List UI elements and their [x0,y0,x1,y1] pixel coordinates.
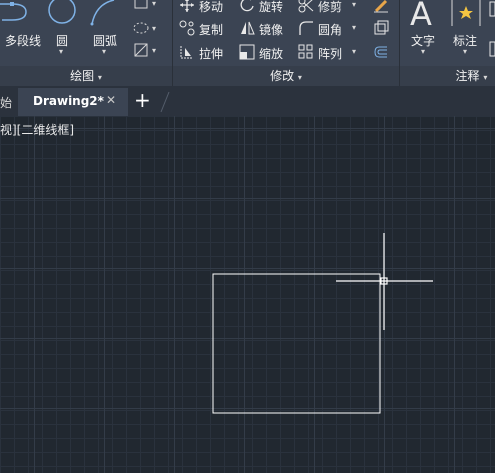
move-button[interactable]: 移动 [179,0,239,14]
arc-icon [90,0,115,26]
modify-panel-title[interactable]: 修改 ▾ [173,66,399,86]
dimension-dropdown-icon[interactable]: ▾ [463,47,467,56]
rotate-button[interactable]: 旋转 [239,0,295,14]
text-icon: A [410,0,432,28]
region-icon: ▾ [134,43,156,57]
rectangle-icon: ▾ [134,0,156,9]
scale-icon [239,44,255,60]
svg-text:▾: ▾ [152,24,156,33]
offset-button[interactable] [372,44,392,60]
copy-icon [179,20,195,36]
rotate-icon [240,0,254,12]
rectangle-tool[interactable]: ▾ [132,0,162,14]
polyline-button[interactable]: 多段线 [0,0,46,50]
fillet-button[interactable]: 圆角 ▾ [298,20,362,37]
arc-button[interactable]: 圆弧 ▾ [88,0,122,60]
hatch-icon: ▾ [133,22,156,34]
stretch-button[interactable]: 拉伸 [179,44,239,61]
circle-dropdown-icon[interactable]: ▾ [59,47,63,56]
ribbon: 多段线 圆 ▾ 圆弧 ▾ ▾ ▾ ▾ 绘图 ▾ 移动 旋转 修剪 ▾ 复制 镜像… [0,0,495,86]
eraser-icon [374,0,388,13]
new-tab-button[interactable]: + [134,88,151,112]
mirror-icon [241,21,255,35]
mirror-button[interactable]: 镜像 [239,20,295,37]
polyline-icon [0,2,27,21]
svg-text:▾: ▾ [152,46,156,55]
svg-text:▾: ▾ [152,0,156,8]
viewport-controls[interactable]: 视][二维线框] [0,121,74,138]
region-tool[interactable]: ▾ [132,42,162,58]
array-dropdown-icon[interactable]: ▾ [352,47,356,56]
trim-dropdown-icon[interactable]: ▾ [352,0,356,9]
fillet-dropdown-icon[interactable]: ▾ [352,23,356,32]
dimension-button[interactable]: 标注 ▾ [448,0,484,62]
text-button[interactable]: A 文字 ▾ [406,0,442,62]
dimension-icon [451,0,481,26]
trim-button[interactable]: 修剪 ▾ [298,0,362,14]
polyline-label: 多段线 [5,34,42,48]
stretch-icon [180,46,193,59]
arc-dropdown-icon[interactable]: ▾ [102,47,106,56]
trim-icon [298,0,314,13]
hatch-tool[interactable]: ▾ [132,20,162,36]
canvas-grid [0,116,495,473]
explode-button[interactable] [372,20,392,36]
copy-button[interactable]: 复制 [179,20,239,37]
annotation-panel-title[interactable]: 注释 ▾ [400,66,495,86]
fillet-icon [299,21,313,35]
scale-button[interactable]: 缩放 [239,44,295,61]
tab-divider-icon [160,91,170,113]
text-dropdown-icon[interactable]: ▾ [421,47,425,56]
circle-button[interactable]: 圆 ▾ [48,0,80,60]
erase-button[interactable] [372,0,392,13]
array-button[interactable]: 阵列 ▾ [298,44,362,61]
svg-text:A: A [410,0,432,28]
array-icon [298,44,313,59]
table-icon [489,1,495,57]
offset-icon [374,46,387,58]
tab-start[interactable]: 始 [0,94,12,111]
circle-icon [48,0,76,24]
close-tab-icon[interactable]: ✕ [106,93,116,107]
explode-icon [374,20,389,35]
table-button[interactable] [489,0,495,60]
tab-drawing2-label: Drawing2* [33,94,104,108]
draw-panel-title[interactable]: 绘图 ▾ [0,66,172,86]
move-icon [180,0,194,12]
